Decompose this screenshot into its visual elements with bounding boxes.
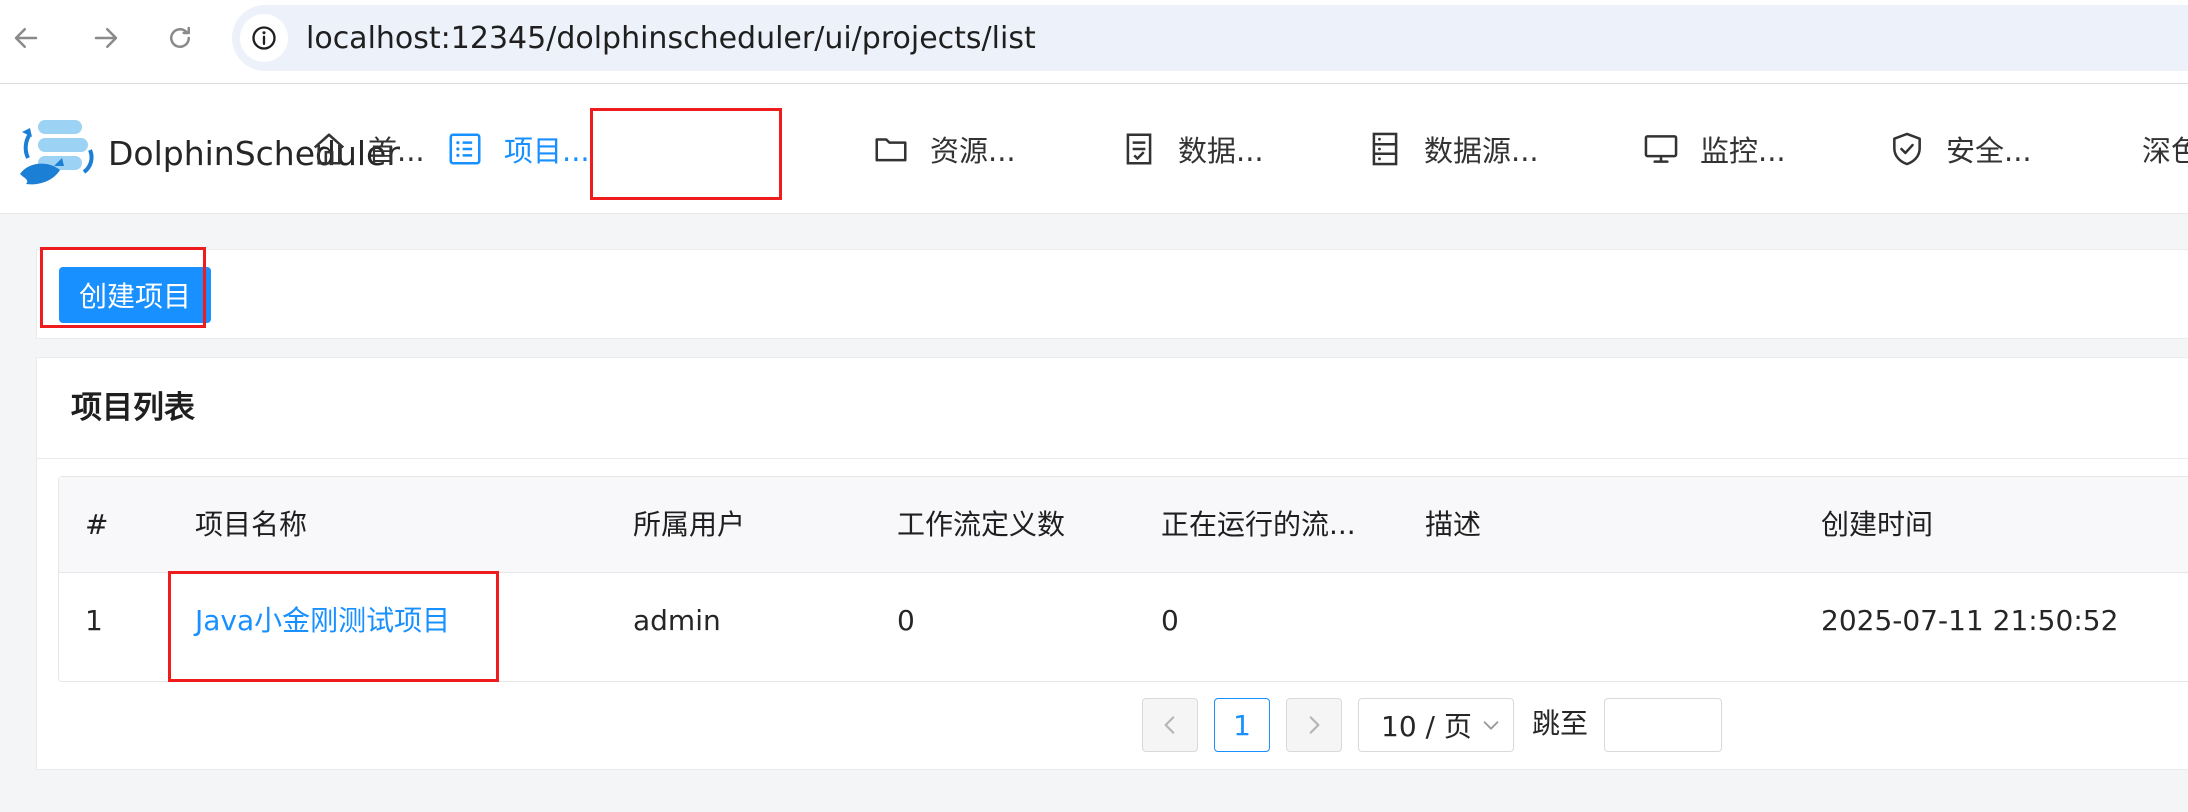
project-table: # 项目名称 所属用户 工作流定义数 正在运行的流... 描述 创建时间 1 J… — [58, 476, 2188, 682]
menu-item-label: 监控... — [1700, 134, 1786, 168]
database-icon — [1372, 132, 1398, 166]
address-bar[interactable]: localhost:12345/dolphinscheduler/ui/proj… — [232, 5, 2188, 71]
row-index: 1 — [85, 604, 103, 637]
menu-item-datasource[interactable]: 数据源... — [1366, 124, 1539, 174]
menu-item-label: 数据... — [1178, 134, 1264, 168]
chevron-right-icon — [1309, 716, 1320, 734]
create-project-button[interactable]: 创建项目 — [59, 267, 211, 323]
folder-icon — [875, 138, 907, 162]
project-list-card: 项目列表 # 项目名称 所属用户 工作流定义数 正在运行的流... 描述 创建时… — [36, 357, 2188, 770]
browser-toolbar: localhost:12345/dolphinscheduler/ui/proj… — [0, 0, 2188, 84]
menu-item-label: 资源... — [930, 134, 1016, 168]
menu-item-home[interactable]: 首... — [310, 124, 425, 174]
page-size-value: 10 / 页 — [1381, 710, 1472, 743]
menu-item-security[interactable]: 安全... — [1888, 124, 2032, 174]
chevron-left-icon — [1164, 716, 1175, 734]
monitor-icon — [1644, 135, 1678, 163]
menu-item-label: 项目... — [504, 134, 590, 168]
column-header-name: 项目名称 — [195, 508, 308, 541]
prev-page-button[interactable] — [1142, 698, 1198, 752]
jump-to-label: 跳至 — [1532, 707, 1589, 740]
dolphinscheduler-logo-icon — [20, 120, 94, 185]
arrow-right-icon — [94, 28, 118, 48]
menu-item-resources[interactable]: 资源... — [872, 124, 1016, 174]
menu-item-projects[interactable]: 项目... — [446, 124, 590, 174]
document-icon — [1126, 133, 1152, 165]
toolbar-panel: 创建项目 — [36, 249, 2188, 339]
row-owner: admin — [633, 604, 721, 637]
column-header-description: 描述 — [1425, 508, 1482, 541]
reload-icon — [170, 26, 190, 48]
page-size-select[interactable]: 10 / 页 — [1358, 698, 1514, 752]
row-workflow-count: 0 — [897, 604, 915, 637]
arrow-left-icon — [14, 28, 38, 48]
forward-button[interactable] — [86, 18, 126, 58]
column-header-index: # — [85, 508, 109, 541]
menu-item-label: 安全... — [1946, 134, 2032, 168]
page-button-1[interactable]: 1 — [1214, 698, 1270, 752]
menu-item-label: 数据源... — [1424, 134, 1539, 168]
menu-item-dark-theme[interactable]: 深色 — [2142, 124, 2188, 174]
next-page-button[interactable] — [1286, 698, 1342, 752]
column-header-workflow-count: 工作流定义数 — [897, 508, 1066, 541]
card-title: 项目列表 — [71, 390, 195, 426]
project-name-link[interactable]: Java小金刚测试项目 — [195, 603, 450, 639]
divider — [37, 458, 2188, 459]
jump-to-page-input[interactable] — [1604, 698, 1722, 752]
menu-item-label: 深色 — [2142, 134, 2188, 168]
url-text[interactable]: localhost:12345/dolphinscheduler/ui/proj… — [306, 21, 1036, 57]
back-button[interactable] — [6, 18, 46, 58]
chevron-down-icon — [1483, 721, 1499, 730]
menu-item-monitor[interactable]: 监控... — [1642, 124, 1786, 174]
app-header: DolphinScheduler 首... 项目... 资源... 数据... … — [0, 84, 2188, 214]
column-header-owner: 所属用户 — [633, 508, 746, 541]
column-header-created-time: 创建时间 — [1821, 508, 1934, 541]
home-icon — [313, 133, 345, 165]
highlight-box-projects-menu — [590, 108, 782, 200]
column-header-running-count: 正在运行的流... — [1161, 508, 1356, 541]
list-icon — [449, 133, 481, 165]
row-created-time: 2025-07-11 21:50:52 — [1821, 604, 2119, 637]
menu-item-data-quality[interactable]: 数据... — [1120, 124, 1264, 174]
shield-icon — [1893, 132, 1921, 166]
row-running-count: 0 — [1161, 604, 1179, 637]
site-info-icon[interactable] — [240, 14, 288, 62]
reload-button[interactable] — [160, 18, 200, 58]
menu-item-label: 首... — [368, 134, 425, 168]
